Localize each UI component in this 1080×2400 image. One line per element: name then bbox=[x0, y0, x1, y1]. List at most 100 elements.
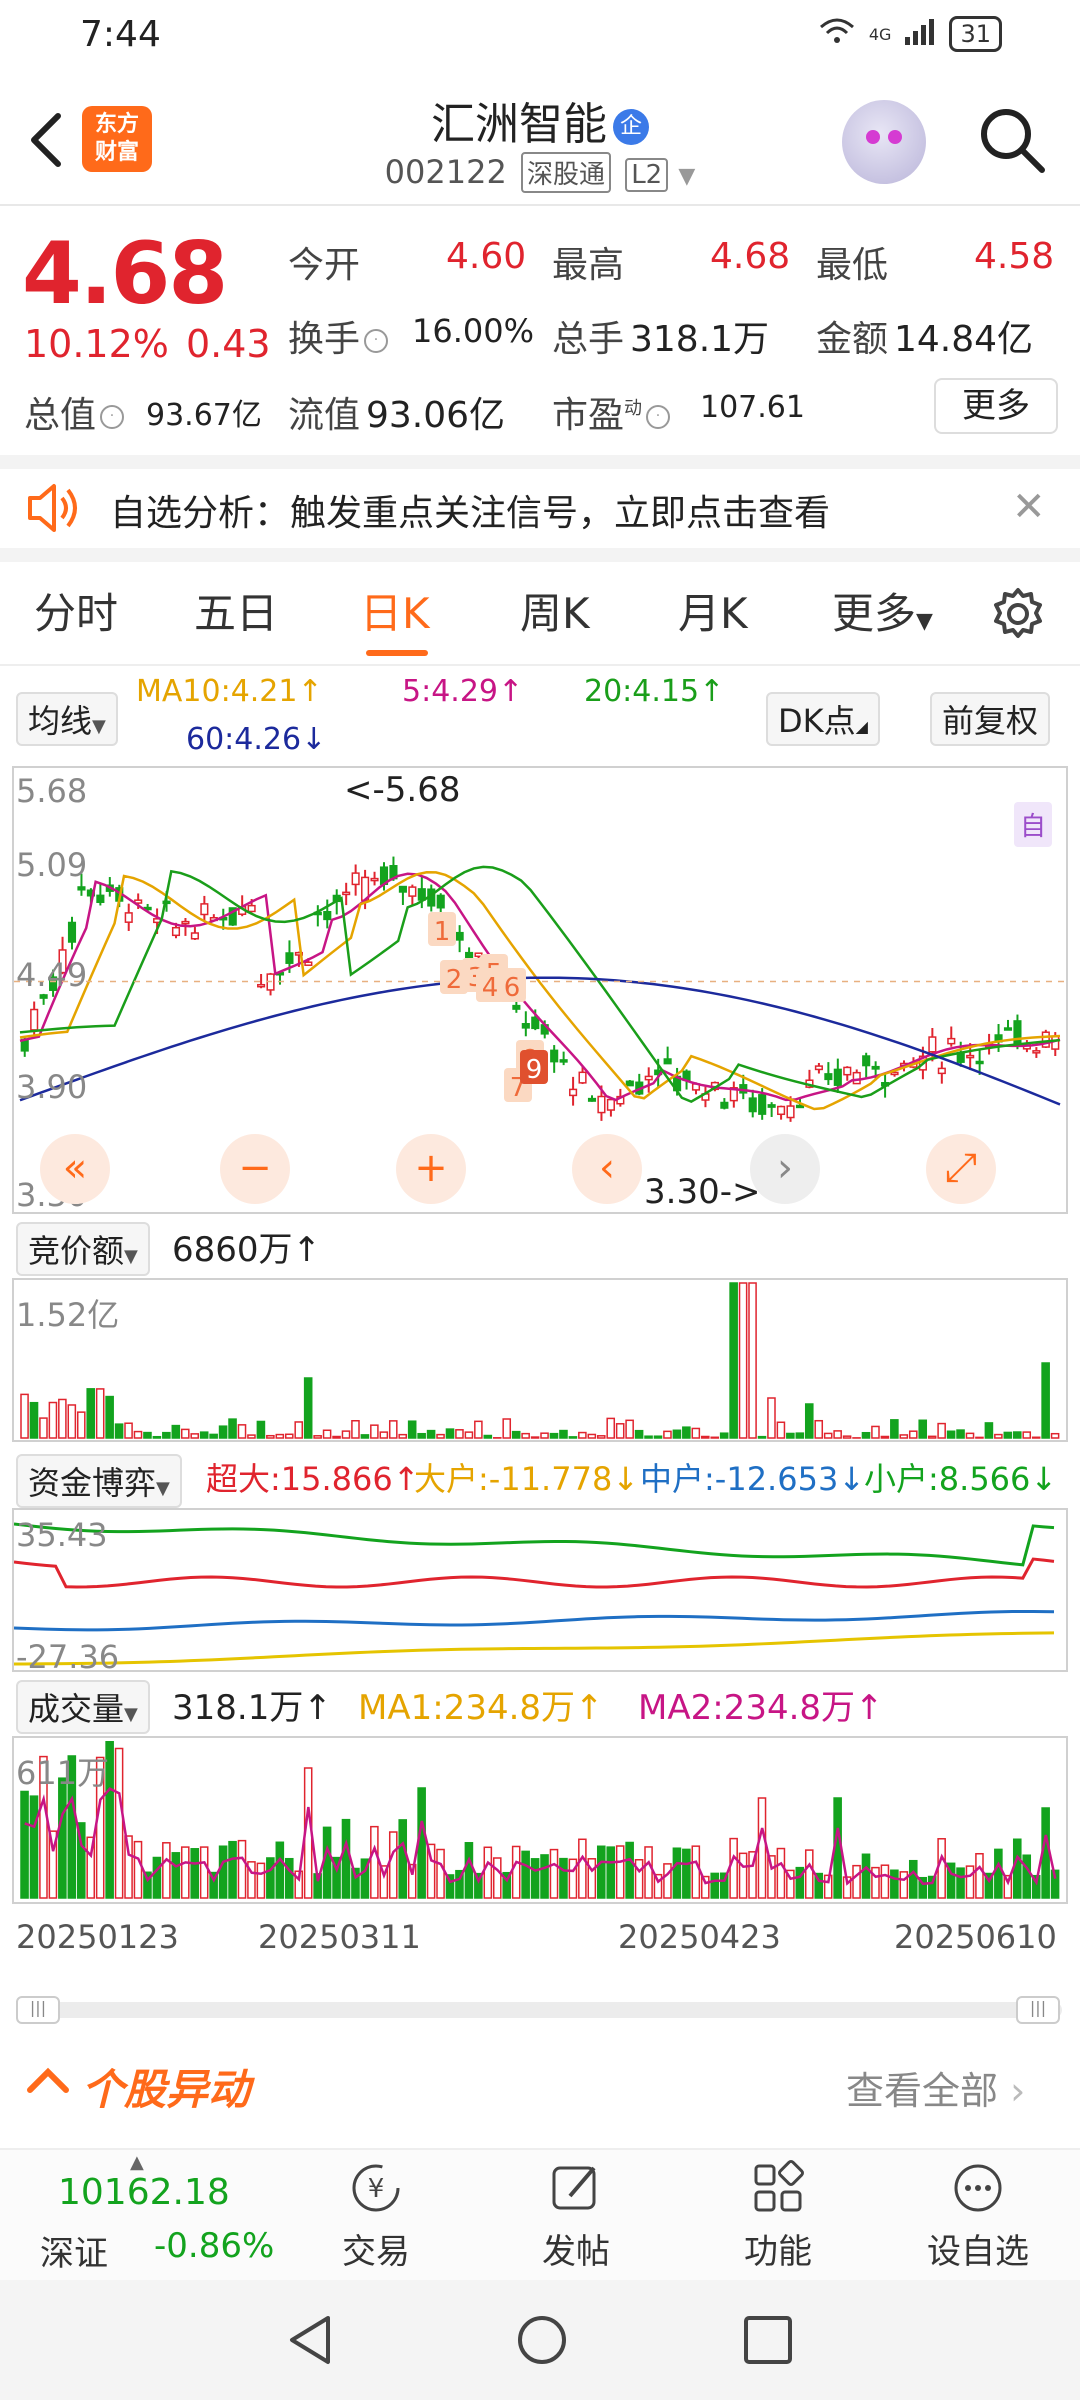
candle-body bbox=[398, 885, 407, 893]
auction-bar bbox=[171, 1424, 181, 1439]
candle-body bbox=[871, 1065, 880, 1070]
expand-up-icon[interactable]: ▲ bbox=[130, 2152, 144, 2173]
nav-function[interactable]: 功能 bbox=[718, 2160, 838, 2273]
auction-bar bbox=[502, 1418, 512, 1439]
adjust-button[interactable]: 前复权 bbox=[930, 692, 1051, 746]
fullscreen-icon[interactable]: ⤢ bbox=[926, 1134, 996, 1204]
volume-chart[interactable] bbox=[12, 1736, 1068, 1904]
assistant-avatar[interactable] bbox=[842, 100, 926, 184]
dk-point-button[interactable]: DK点◢ bbox=[766, 692, 880, 746]
capital-canvas bbox=[13, 1522, 1055, 1666]
scroll-left-fast-icon[interactable]: « bbox=[40, 1134, 110, 1204]
volume-max-label: 611万 bbox=[16, 1754, 110, 1792]
small-value: 小户:8.566↓ bbox=[864, 1460, 1058, 1498]
nav-trade[interactable]: ¥ 交易 bbox=[316, 2160, 436, 2273]
capital-line bbox=[13, 1557, 1055, 1589]
volume-bar bbox=[691, 1845, 701, 1899]
chart-scrollbar[interactable] bbox=[16, 2002, 1062, 2018]
candle-body bbox=[1003, 1027, 1013, 1031]
scroll-handle-left[interactable]: ||| bbox=[16, 1996, 60, 2024]
volume-bar bbox=[634, 1859, 644, 1899]
volume-bar bbox=[58, 1777, 67, 1899]
tab-5day[interactable]: 五日 bbox=[194, 580, 278, 641]
index-value[interactable]: 10162.18 bbox=[58, 2172, 230, 2213]
system-back-icon[interactable] bbox=[284, 2312, 336, 2372]
tab-daily-k[interactable]: 日K bbox=[360, 580, 430, 641]
scroll-left-icon[interactable]: ‹ bbox=[572, 1134, 642, 1204]
candle-body bbox=[77, 886, 86, 891]
low-label: 最低 bbox=[816, 245, 889, 286]
index-name[interactable]: 深证 bbox=[40, 2226, 108, 2275]
volume-bar bbox=[1012, 1838, 1022, 1899]
candle-body bbox=[890, 1071, 899, 1076]
notice-text[interactable]: 自选分析：触发重点关注信号，立即点击查看 bbox=[110, 484, 830, 536]
kline-chart[interactable]: 123546879 bbox=[12, 766, 1068, 1214]
zoom-out-icon[interactable]: − bbox=[220, 1134, 290, 1204]
current-price: 4.68 bbox=[22, 224, 228, 324]
scroll-handle-right[interactable]: ||| bbox=[1016, 1996, 1060, 2024]
date-label: 20250123 bbox=[16, 1918, 179, 1956]
volume-bar bbox=[370, 1825, 379, 1899]
capital-select-label: 资金博弈 bbox=[28, 1464, 157, 1502]
view-all-link[interactable]: 查看全部 › bbox=[846, 2060, 1025, 2115]
speaker-icon bbox=[24, 482, 84, 534]
capital-select[interactable]: 资金博弈▼ bbox=[16, 1454, 182, 1508]
nav-watchlist[interactable]: 设自选 bbox=[918, 2160, 1038, 2273]
auction-bar bbox=[937, 1422, 946, 1439]
tab-monthly-k[interactable]: 月K bbox=[678, 580, 748, 641]
open-value: 4.60 bbox=[446, 236, 527, 277]
tab-intraday[interactable]: 分时 bbox=[34, 580, 118, 641]
candle-body bbox=[824, 1073, 833, 1081]
system-recents-icon[interactable] bbox=[742, 2314, 794, 2370]
capital-chart[interactable] bbox=[12, 1508, 1068, 1672]
auction-bar bbox=[48, 1401, 58, 1439]
more-button[interactable]: 更多 bbox=[934, 378, 1058, 434]
candle-body bbox=[862, 1055, 871, 1067]
nav-post[interactable]: 发帖 bbox=[516, 2160, 636, 2273]
volume-select[interactable]: 成交量▼ bbox=[16, 1680, 150, 1734]
volume-bar bbox=[615, 1845, 625, 1899]
auction-bar bbox=[388, 1420, 398, 1439]
auction-bar bbox=[143, 1431, 152, 1439]
auction-bar bbox=[890, 1419, 899, 1439]
zoom-in-icon[interactable]: + bbox=[396, 1134, 466, 1204]
ma-select[interactable]: 均线▼ bbox=[16, 692, 118, 746]
info-icon[interactable]: · bbox=[646, 405, 671, 429]
volume-bar bbox=[956, 1867, 965, 1899]
auction-select[interactable]: 竞价额▼ bbox=[16, 1222, 150, 1276]
candle-body bbox=[455, 931, 464, 941]
signal-marker-label: 1 bbox=[434, 917, 451, 947]
settings-gear-icon[interactable] bbox=[990, 586, 1046, 652]
volume-bar bbox=[776, 1847, 786, 1899]
y-axis-label: 5.09 bbox=[16, 846, 88, 884]
volume-bar bbox=[861, 1853, 871, 1899]
candle-body bbox=[748, 1097, 757, 1113]
candle-body bbox=[247, 904, 256, 913]
index-change[interactable]: -0.86% bbox=[154, 2226, 274, 2266]
auction-bar bbox=[426, 1429, 436, 1439]
candle-body bbox=[408, 886, 417, 897]
ma5-value: 5:4.29↑ bbox=[402, 674, 524, 709]
info-icon[interactable]: · bbox=[364, 329, 389, 353]
auction-bar bbox=[294, 1421, 304, 1439]
scroll-right-icon[interactable]: › bbox=[750, 1134, 820, 1204]
close-icon[interactable]: ✕ bbox=[1012, 484, 1046, 530]
auction-bar bbox=[975, 1436, 984, 1439]
volume-bar bbox=[606, 1846, 616, 1899]
auction-chart[interactable] bbox=[12, 1278, 1068, 1442]
volume-bar bbox=[682, 1848, 691, 1899]
search-icon[interactable] bbox=[976, 104, 1048, 176]
system-home-icon[interactable] bbox=[514, 2312, 570, 2372]
info-icon[interactable]: · bbox=[100, 405, 125, 429]
candle-body bbox=[644, 1075, 653, 1081]
date-label: 20250610 bbox=[894, 1918, 1057, 1956]
volume-bar bbox=[199, 1846, 209, 1899]
self-select-tag[interactable]: 自 bbox=[1014, 802, 1053, 847]
edit-icon bbox=[548, 2160, 604, 2216]
active-tab-indicator bbox=[366, 650, 428, 656]
chevron-up-icon[interactable] bbox=[24, 2060, 84, 2100]
tab-weekly-k[interactable]: 周K bbox=[520, 580, 590, 641]
tab-more[interactable]: 更多▼ bbox=[832, 580, 933, 641]
tab-more-label: 更多 bbox=[832, 589, 917, 638]
candle-body bbox=[937, 1067, 946, 1075]
